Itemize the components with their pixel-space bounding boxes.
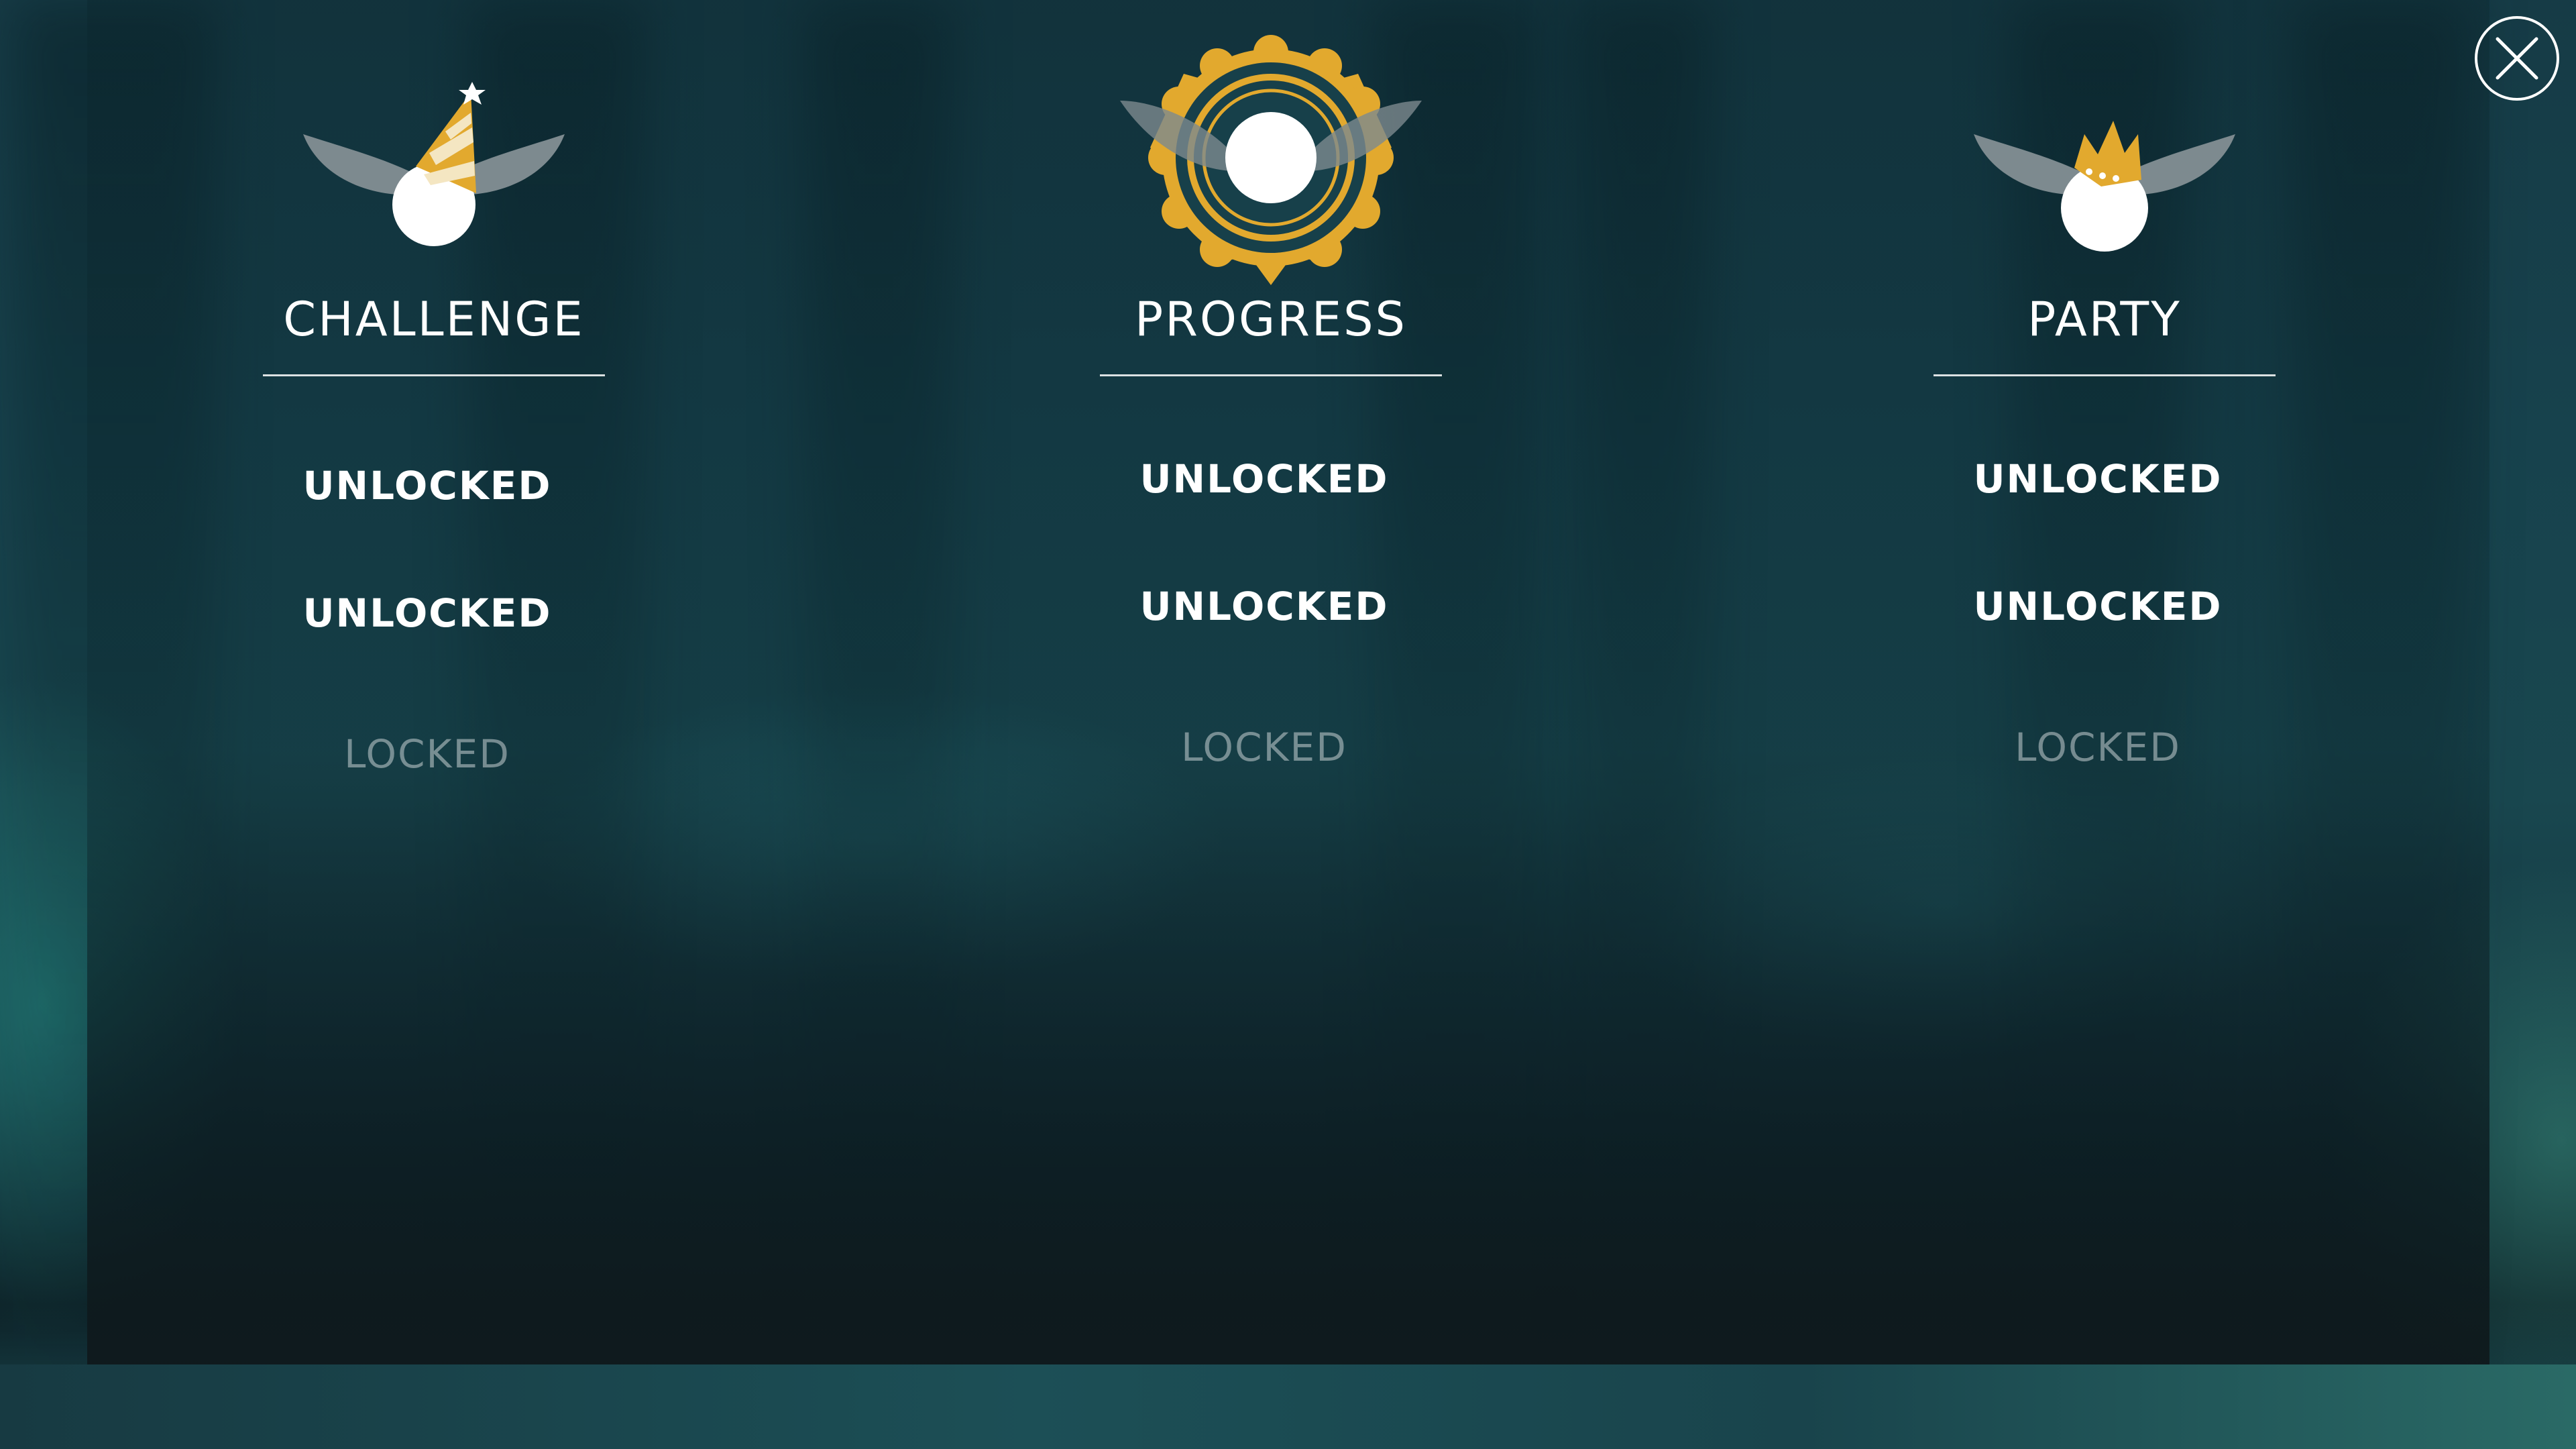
reward-status[interactable]: UNLOCKED bbox=[263, 463, 592, 508]
title-underline bbox=[1100, 374, 1442, 376]
category-title: PARTY bbox=[2027, 292, 2182, 347]
medal-orb-icon bbox=[1100, 34, 1442, 302]
category-title: PROGRESS bbox=[1135, 292, 1407, 347]
reward-status[interactable]: UNLOCKED bbox=[1100, 584, 1429, 629]
reward-status[interactable]: UNLOCKED bbox=[1934, 584, 2262, 629]
reward-status[interactable]: UNLOCKED bbox=[1934, 456, 2262, 502]
crown-orb-icon bbox=[1934, 34, 2276, 302]
reward-status: LOCKED bbox=[344, 731, 510, 777]
reward-status[interactable]: UNLOCKED bbox=[1100, 456, 1429, 502]
reward-status: LOCKED bbox=[1181, 724, 1347, 770]
reward-status[interactable]: UNLOCKED bbox=[263, 590, 592, 636]
reward-status: LOCKED bbox=[2015, 724, 2181, 770]
background-floor bbox=[0, 1364, 2576, 1449]
close-icon bbox=[2496, 37, 2538, 80]
category-title: CHALLENGE bbox=[283, 292, 585, 347]
title-underline bbox=[263, 374, 605, 376]
party-hat-orb-icon bbox=[263, 34, 605, 302]
close-button[interactable] bbox=[2475, 16, 2559, 101]
title-underline bbox=[1934, 374, 2276, 376]
